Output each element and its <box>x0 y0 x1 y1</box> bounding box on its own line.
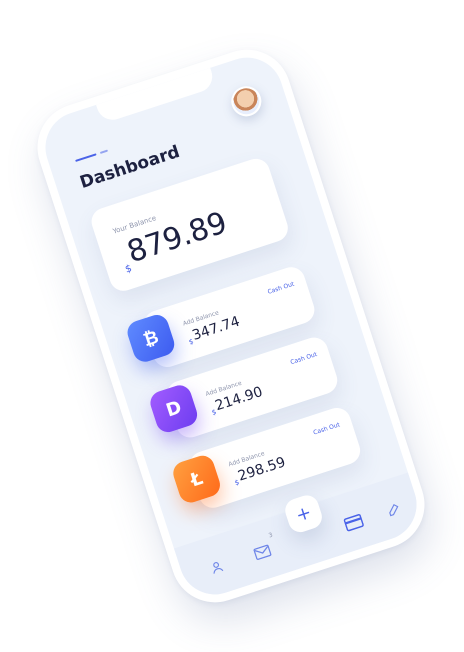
edit-icon-svg <box>389 503 399 517</box>
page-title: Dashboard <box>77 141 183 194</box>
header-accent-dots <box>99 149 109 154</box>
user-icon-svg <box>213 562 224 574</box>
header-accent-line <box>75 153 97 162</box>
stage: Dashboard Your Balance $879.89 ₿ Add Bal… <box>0 0 464 652</box>
litecoin-icon[interactable]: Ł <box>170 452 224 506</box>
mail-icon[interactable]: 3 <box>249 532 277 566</box>
mail-badge: 3 <box>267 531 274 540</box>
phone-screen: Dashboard Your Balance $879.89 ₿ Add Bal… <box>36 48 426 604</box>
user-icon[interactable] <box>203 553 231 581</box>
balance-value: 879.89 <box>123 205 231 271</box>
cash-out-button[interactable]: Cash Out <box>313 421 341 436</box>
mail-icon-svg <box>253 544 272 561</box>
cash-out-button[interactable]: Cash Out <box>267 281 295 296</box>
phone-frame: Dashboard Your Balance $879.89 ₿ Add Bal… <box>26 38 436 614</box>
card-icon[interactable] <box>340 509 368 537</box>
phone-notch <box>95 65 217 124</box>
edit-icon[interactable] <box>380 496 408 524</box>
cash-out-button[interactable]: Cash Out <box>290 351 318 366</box>
bitcoin-icon[interactable]: ₿ <box>124 311 178 365</box>
balance-amount: $879.89 <box>116 205 232 275</box>
dash-icon[interactable]: D <box>147 382 201 436</box>
card-icon-svg <box>343 514 364 532</box>
avatar[interactable] <box>227 82 266 121</box>
